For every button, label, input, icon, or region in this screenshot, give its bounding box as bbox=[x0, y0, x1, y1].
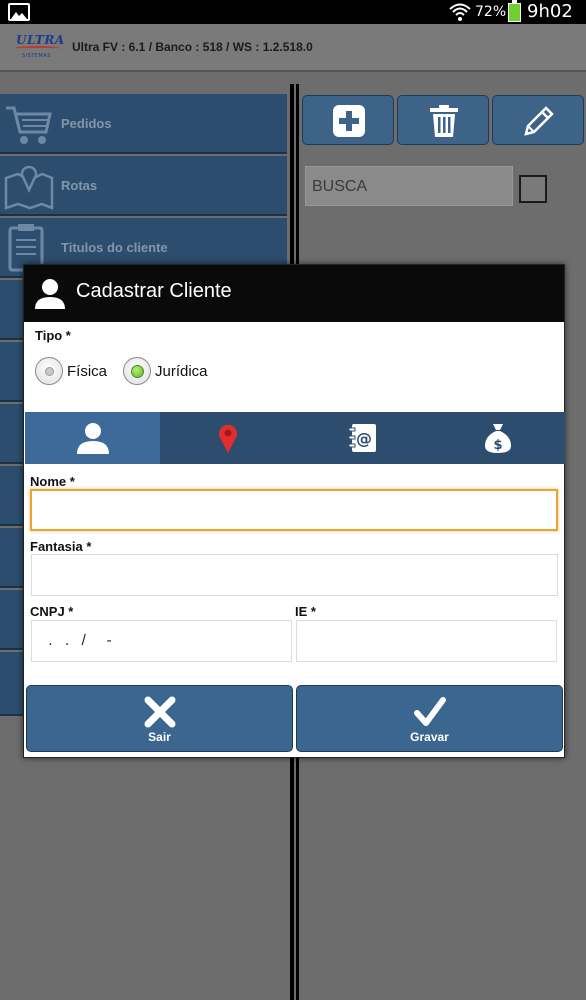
tab-address[interactable] bbox=[160, 412, 295, 464]
sidebar-item-label: Titulos do cliente bbox=[61, 240, 168, 255]
ie-input[interactable] bbox=[296, 620, 557, 662]
svg-text:@: @ bbox=[356, 429, 372, 448]
radio-fisica[interactable] bbox=[35, 357, 63, 385]
tab-personal-data[interactable] bbox=[25, 412, 160, 464]
battery-percent: 72% bbox=[475, 4, 507, 20]
app-header: ULTRA SISTEMAS Ultra FV : 6.1 / Banco : … bbox=[0, 24, 586, 72]
logo-swoosh bbox=[14, 46, 60, 51]
trash-icon bbox=[430, 105, 458, 137]
sidebar-item-label: Rotas bbox=[61, 178, 98, 193]
form-tabs: @ $ bbox=[25, 412, 565, 464]
register-client-dialog: Cadastrar Cliente Tipo * Física Jurídica… bbox=[23, 264, 565, 758]
status-bar: 72% 9h02 bbox=[0, 0, 586, 24]
logo-text: ULTRA bbox=[16, 33, 65, 47]
save-button-label: Gravar bbox=[410, 730, 449, 744]
logo-subtext: SISTEMAS bbox=[22, 53, 51, 59]
tipo-label: Tipo * bbox=[35, 328, 71, 343]
wifi-icon bbox=[449, 3, 471, 21]
add-button[interactable] bbox=[302, 95, 394, 145]
money-bag-icon: $ bbox=[484, 424, 511, 453]
dialog-header: Cadastrar Cliente bbox=[24, 265, 564, 322]
cnpj-label: CNPJ * bbox=[30, 604, 74, 619]
sidebar-item-label: Pedidos bbox=[61, 116, 112, 131]
nome-label: Nome * bbox=[30, 474, 75, 489]
radio-dot bbox=[45, 367, 54, 376]
nome-input[interactable] bbox=[30, 489, 558, 531]
fantasia-input[interactable] bbox=[31, 554, 558, 596]
cnpj-input[interactable]: . . / - bbox=[31, 620, 292, 662]
exit-button[interactable]: Sair bbox=[26, 685, 293, 752]
app-logo: ULTRA SISTEMAS bbox=[14, 33, 64, 63]
map-pin-icon bbox=[218, 424, 237, 453]
dialog-title: Cadastrar Cliente bbox=[76, 280, 232, 302]
clock: 9h02 bbox=[527, 1, 573, 22]
radio-fisica-label[interactable]: Física bbox=[67, 363, 107, 380]
tab-contacts[interactable]: @ bbox=[295, 412, 430, 464]
tab-financial[interactable]: $ bbox=[430, 412, 565, 464]
checkmark-icon bbox=[413, 697, 446, 726]
plus-icon bbox=[333, 105, 365, 137]
fantasia-label: Fantasia * bbox=[30, 539, 92, 554]
svg-text:$: $ bbox=[493, 438, 502, 453]
user-icon bbox=[76, 423, 109, 454]
battery-icon bbox=[508, 0, 521, 22]
radio-dot bbox=[131, 365, 144, 378]
cart-icon bbox=[6, 106, 52, 144]
delete-button[interactable] bbox=[397, 95, 489, 145]
image-notification-icon bbox=[8, 3, 30, 21]
radio-juridica[interactable] bbox=[123, 357, 151, 385]
search-input[interactable]: BUSCA bbox=[305, 166, 513, 206]
user-icon bbox=[35, 279, 65, 309]
pencil-icon bbox=[524, 106, 554, 136]
address-book-icon: @ bbox=[348, 424, 376, 452]
exit-button-label: Sair bbox=[148, 730, 171, 744]
ie-label: IE * bbox=[295, 604, 316, 619]
close-icon bbox=[144, 696, 175, 728]
save-button[interactable]: Gravar bbox=[296, 685, 563, 752]
search-checkbox[interactable] bbox=[519, 175, 547, 203]
sidebar-item-pedidos[interactable]: Pedidos bbox=[0, 94, 287, 154]
edit-button[interactable] bbox=[492, 95, 584, 145]
app-title: Ultra FV : 6.1 / Banco : 518 / WS : 1.2.… bbox=[72, 40, 313, 54]
map-icon bbox=[4, 165, 54, 210]
radio-juridica-label[interactable]: Jurídica bbox=[155, 363, 208, 380]
sidebar-item-rotas[interactable]: Rotas bbox=[0, 156, 287, 216]
